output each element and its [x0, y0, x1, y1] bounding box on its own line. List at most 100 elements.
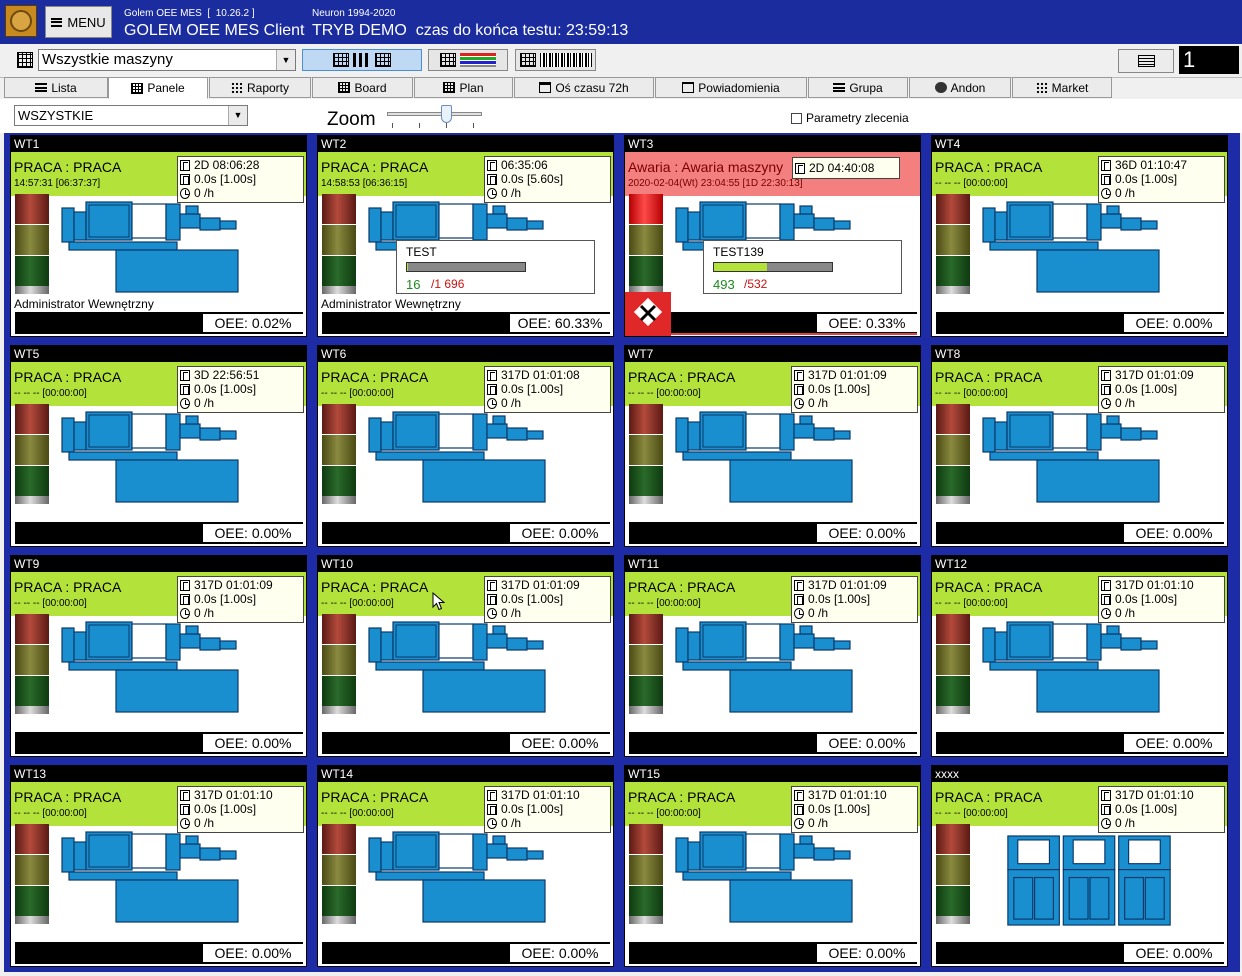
signal-tower-icon — [629, 824, 663, 924]
cycle-icon — [794, 803, 804, 815]
tab-plan[interactable]: Plan — [414, 77, 513, 98]
status-bar: PRACA : PRACA -- -- -- [00:00:00] 36D 01:1… — [932, 152, 1227, 203]
barcode-icon — [539, 53, 592, 67]
status-time: -- -- -- [00:00:00] — [628, 598, 701, 609]
tab-grupa[interactable]: Grupa — [808, 77, 908, 98]
zoom-slider-track[interactable] — [387, 112, 482, 116]
time-info-box: 317D 01:01:10 0.0s [1.00s] 0 /h — [1098, 786, 1225, 833]
machine-panel-xxxx[interactable]: xxxx PRACA : PRACA -- -- -- [00:00:00] 317D… — [931, 765, 1228, 967]
oee-value: OEE: 0.00% — [510, 944, 610, 962]
status-time: -- -- -- [00:00:00] — [14, 808, 87, 819]
machine-panel-wt2[interactable]: WT2 PRACA : PRACA 14:58:53 [06:36:15] 06:35… — [317, 135, 614, 337]
machines-grid-icon[interactable] — [17, 52, 33, 68]
cycle-icon — [487, 383, 497, 395]
view-panels-button[interactable] — [302, 49, 422, 71]
machine-panel-wt8[interactable]: WT8 PRACA : PRACA -- -- -- [00:00:00] 317D … — [931, 345, 1228, 547]
tab-board[interactable]: Board — [312, 77, 413, 98]
machine-panel-wt6[interactable]: WT6 PRACA : PRACA -- -- -- [00:00:00] 317D … — [317, 345, 614, 547]
stopwatch-icon — [1101, 579, 1111, 591]
machine-panel-wt12[interactable]: WT12 PRACA : PRACA -- -- -- [00:00:00] 317D… — [931, 555, 1228, 757]
clock-icon — [180, 397, 190, 409]
cycle-time: 0.0s [1.00s] — [1115, 592, 1178, 606]
chevron-down-icon[interactable]: ▼ — [228, 106, 247, 125]
cycle-icon — [794, 593, 804, 605]
machine-panel-wt13[interactable]: WT13 PRACA : PRACA -- -- -- [00:00:00] 317D… — [10, 765, 307, 967]
machine-panel-wt9[interactable]: WT9 PRACA : PRACA -- -- -- [00:00:00] 317D … — [10, 555, 307, 757]
order-progress-box[interactable]: TEST 16/1 696 — [396, 240, 595, 294]
clock-icon — [180, 607, 190, 619]
machine-panel-wt5[interactable]: WT5 PRACA : PRACA -- -- -- [00:00:00] 3D 22… — [10, 345, 307, 547]
machine-status: PRACA : PRACA — [935, 579, 1043, 595]
order-params-checkbox[interactable] — [791, 112, 802, 124]
elapsed-time: 317D 01:01:10 — [1115, 788, 1194, 802]
clock-icon — [487, 187, 497, 199]
elapsed-time: 2D 04:40:08 — [809, 161, 875, 175]
status-bar: PRACA : PRACA 14:57:31 [06:37:37] 2D 08:06… — [11, 152, 306, 203]
list-icon — [35, 83, 48, 92]
elapsed-time: 317D 01:01:09 — [501, 578, 580, 592]
tab-raporty[interactable]: Raporty — [209, 77, 311, 98]
cycle-icon — [487, 593, 497, 605]
status-time: 14:58:53 [06:36:15] — [321, 178, 408, 189]
cycle-time: 0.0s [1.00s] — [501, 592, 564, 606]
machine-select[interactable]: Wszystkie maszyny ▼ — [38, 49, 296, 71]
production-rate: 0 /h — [808, 396, 829, 410]
tab-label: Oś czasu 72h — [555, 80, 629, 95]
demo-status: TRYB DEMO czas do końca testu: 23:59:13 — [312, 22, 629, 39]
injection-machine-icon — [982, 411, 1160, 503]
order-name: TEST — [406, 245, 437, 259]
maintenance-alarm-icon[interactable] — [625, 292, 671, 336]
tab-oś-czasu-72h[interactable]: Oś czasu 72h — [514, 77, 654, 98]
injection-machine-icon — [61, 831, 239, 923]
view-timeline-button[interactable] — [428, 49, 508, 71]
machine-panel-wt15[interactable]: WT15 PRACA : PRACA -- -- -- [00:00:00] 317D… — [624, 765, 921, 967]
machine-status: PRACA : PRACA — [14, 369, 122, 385]
stopwatch-icon — [794, 369, 804, 381]
zoom-slider-thumb[interactable] — [441, 105, 452, 123]
chevron-down-icon[interactable]: ▼ — [276, 50, 295, 70]
time-info-box: 36D 01:10:47 0.0s [1.00s] 0 /h — [1098, 156, 1225, 203]
elapsed-time: 317D 01:01:10 — [808, 788, 887, 802]
machine-panels-grid: WT1 PRACA : PRACA 14:57:31 [06:37:37] 2D 08… — [4, 133, 1240, 972]
production-rate: 0 /h — [1115, 606, 1136, 620]
tab-powiadomienia[interactable]: Powiadomienia — [655, 77, 807, 98]
messages-button[interactable] — [1118, 49, 1174, 73]
tab-label: Powiadomienia — [698, 80, 780, 95]
oee-value: OEE: 0.00% — [1124, 524, 1224, 542]
status-bar: Awaria : Awaria maszyny 2020-02-04(Wt) 23… — [625, 152, 920, 196]
group-filter-select[interactable]: WSZYSTKIE ▼ — [14, 105, 248, 126]
machine-panel-wt1[interactable]: WT1 PRACA : PRACA 14:57:31 [06:37:37] 2D 08… — [10, 135, 307, 337]
menu-button[interactable]: MENU — [45, 6, 112, 38]
elapsed-time: 3D 22:56:51 — [194, 368, 260, 382]
status-time: -- -- -- [00:00:00] — [321, 598, 394, 609]
oee-value: OEE: 0.33% — [817, 314, 917, 332]
clock-icon — [1101, 397, 1111, 409]
machine-panel-wt10[interactable]: WT10 PRACA : PRACA -- -- -- [00:00:00] 317D… — [317, 555, 614, 757]
title-bar: MENU Golem OEE MES [ 10.26.2 ] GOLEM OEE… — [0, 0, 1242, 44]
machine-panel-wt11[interactable]: WT11 PRACA : PRACA -- -- -- [00:00:00] 317D… — [624, 555, 921, 757]
cycle-time: 0.0s [1.00s] — [501, 382, 564, 396]
machine-name: WT6 — [318, 346, 613, 362]
oee-bar: OEE: 0.00% — [15, 522, 303, 544]
machine-panel-wt3[interactable]: WT3 Awaria : Awaria maszyny 2020-02-04(Wt)… — [624, 135, 921, 337]
oee-value: OEE: 0.00% — [1124, 944, 1224, 962]
stopwatch-icon — [487, 159, 497, 171]
stopwatch-icon — [487, 369, 497, 381]
machine-status: PRACA : PRACA — [14, 789, 122, 805]
order-progress-box[interactable]: TEST139 493/532 — [703, 240, 902, 294]
tab-panele[interactable]: Panele — [108, 77, 208, 99]
machine-panel-wt7[interactable]: WT7 PRACA : PRACA -- -- -- [00:00:00] 317D … — [624, 345, 921, 547]
machine-status: PRACA : PRACA — [321, 579, 429, 595]
machine-panel-wt14[interactable]: WT14 PRACA : PRACA -- -- -- [00:00:00] 317D… — [317, 765, 614, 967]
stopwatch-icon — [180, 369, 190, 381]
copyright: Neuron 1994-2020 — [312, 8, 396, 19]
clock-icon — [1101, 607, 1111, 619]
tab-andon[interactable]: Andon — [909, 77, 1011, 98]
tab-market[interactable]: Market — [1012, 77, 1112, 98]
tab-lista[interactable]: Lista — [4, 77, 108, 98]
status-time: -- -- -- [00:00:00] — [935, 388, 1008, 399]
machine-panel-wt4[interactable]: WT4 PRACA : PRACA -- -- -- [00:00:00] 36D 0… — [931, 135, 1228, 337]
view-barcode-button[interactable] — [515, 49, 596, 71]
order-params-toggle[interactable]: Parametry zlecenia — [791, 111, 909, 125]
tab-label: Board — [354, 80, 387, 95]
